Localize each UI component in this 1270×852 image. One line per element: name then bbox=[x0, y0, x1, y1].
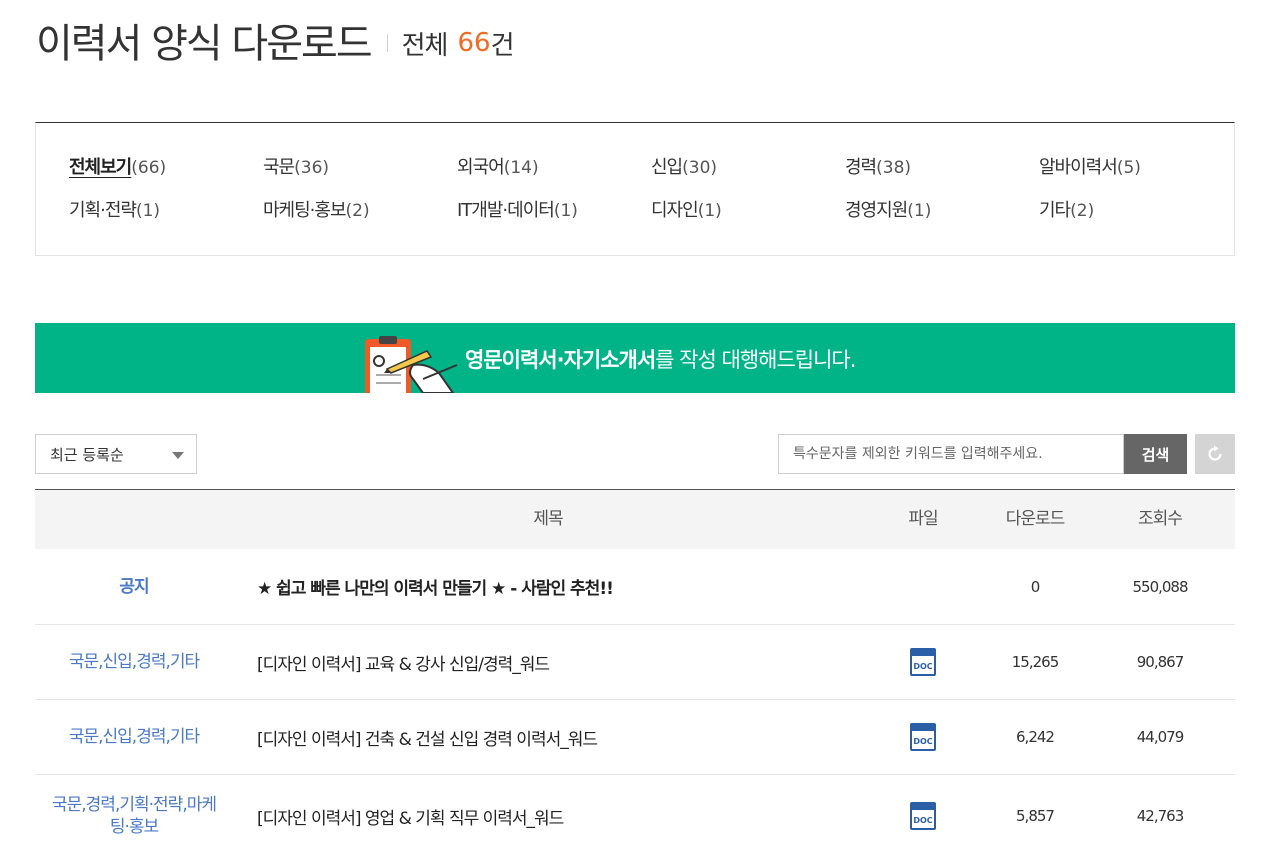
row-title-link[interactable]: ★ 쉽고 빠른 나만의 이력서 만들기 ★ - 사람인 추천!! bbox=[257, 549, 867, 624]
svg-text:DOC: DOC bbox=[913, 816, 932, 825]
category-experienced[interactable]: 경력(38) bbox=[845, 153, 1039, 178]
category-other[interactable]: 기타(2) bbox=[1039, 196, 1233, 221]
category-management-support[interactable]: 경영지원(1) bbox=[845, 196, 1039, 221]
header-downloads: 다운로드 bbox=[1005, 509, 1066, 529]
row-title-link[interactable]: [디자인 이력서] 교육 & 강사 신입/경력_워드 bbox=[257, 625, 867, 699]
doc-file-icon[interactable]: DOC bbox=[910, 723, 936, 751]
header-title: 제목 bbox=[533, 509, 563, 529]
row-category: 국문,경력,기획·전략,마케팅·홍보 bbox=[51, 795, 217, 837]
row-views: 44,079 bbox=[1136, 728, 1185, 746]
row-file: DOC bbox=[883, 625, 963, 699]
row-views: 42,763 bbox=[1136, 807, 1185, 825]
promo-banner[interactable]: 영문이력서·자기소개서를 작성 대행해드립니다. bbox=[35, 323, 1235, 393]
row-views: 550,088 bbox=[1132, 577, 1188, 596]
row-title-link[interactable]: [디자인 이력서] 건축 & 건설 신입 경력 이력서_워드 bbox=[257, 700, 867, 774]
category-it-dev-data[interactable]: IT개발·데이터(1) bbox=[457, 196, 651, 221]
row-downloads: 15,265 bbox=[1011, 653, 1060, 671]
table-row: 국문,신입,경력,기타 [디자인 이력서] 건축 & 건설 신입 경력 이력서_… bbox=[35, 700, 1235, 775]
banner-bold-text: 영문이력서·자기소개서 bbox=[465, 348, 656, 372]
page-header: 이력서 양식 다운로드 전체 66 건 bbox=[36, 10, 515, 70]
row-category: 공지 bbox=[119, 576, 149, 597]
total-count: 66 bbox=[457, 28, 491, 58]
banner-rest-text: 를 작성 대행해드립니다. bbox=[655, 348, 856, 372]
doc-file-icon[interactable]: DOC bbox=[910, 648, 936, 676]
doc-file-icon[interactable]: DOC bbox=[910, 802, 936, 830]
category-design[interactable]: 디자인(1) bbox=[651, 196, 845, 221]
banner-text: 영문이력서·자기소개서를 작성 대행해드립니다. bbox=[465, 344, 856, 374]
header-divider bbox=[386, 34, 388, 52]
svg-text:DOC: DOC bbox=[913, 662, 932, 671]
category-planning-strategy[interactable]: 기획·전략(1) bbox=[69, 196, 263, 221]
table-row: 국문,경력,기획·전략,마케팅·홍보 [디자인 이력서] 영업 & 기획 직무 … bbox=[35, 775, 1235, 852]
category-grid: 전체보기(66) 국문(36) 외국어(14) 신입(30) 경력(38) 알바… bbox=[69, 153, 1233, 221]
table-header: 제목 파일 다운로드 조회수 bbox=[35, 490, 1235, 549]
table-row: 공지 ★ 쉽고 빠른 나만의 이력서 만들기 ★ - 사람인 추천!! 0 55… bbox=[35, 549, 1235, 625]
sort-select[interactable]: 최근 등록순 bbox=[35, 434, 197, 474]
row-file: DOC bbox=[883, 700, 963, 774]
total-unit: 건 bbox=[490, 30, 515, 61]
row-category: 국문,신입,경력,기타 bbox=[68, 727, 200, 747]
category-entry-level[interactable]: 신입(30) bbox=[651, 153, 845, 178]
category-all[interactable]: 전체보기(66) bbox=[69, 153, 263, 178]
svg-text:DOC: DOC bbox=[913, 737, 932, 746]
row-category: 국문,신입,경력,기타 bbox=[68, 652, 200, 672]
page-title: 이력서 양식 다운로드 bbox=[36, 21, 373, 67]
row-downloads: 5,857 bbox=[1016, 807, 1055, 825]
row-title-link[interactable]: [디자인 이력서] 영업 & 기획 직무 이력서_워드 bbox=[257, 775, 867, 852]
refresh-icon bbox=[1208, 445, 1222, 461]
header-file: 파일 bbox=[908, 509, 938, 529]
reset-button[interactable] bbox=[1195, 434, 1235, 474]
search-button[interactable]: 검색 bbox=[1124, 434, 1187, 474]
clipboard-pen-illustration-icon bbox=[365, 336, 458, 393]
row-views: 90,867 bbox=[1136, 653, 1185, 671]
resume-table: 제목 파일 다운로드 조회수 공지 ★ 쉽고 빠른 나만의 이력서 만들기 ★ … bbox=[35, 489, 1235, 852]
table-row: 국문,신입,경력,기타 [디자인 이력서] 교육 & 강사 신입/경력_워드 D… bbox=[35, 625, 1235, 700]
category-part-time[interactable]: 알바이력서(5) bbox=[1039, 153, 1233, 178]
sort-select-value: 최근 등록순 bbox=[50, 445, 124, 464]
category-foreign-language[interactable]: 외국어(14) bbox=[457, 153, 651, 178]
total-label: 전체 bbox=[401, 30, 449, 61]
header-views: 조회수 bbox=[1138, 509, 1183, 529]
row-downloads: 0 bbox=[1030, 577, 1041, 596]
row-file: DOC bbox=[883, 775, 963, 852]
category-korean[interactable]: 국문(36) bbox=[263, 153, 457, 178]
category-filter-box: 전체보기(66) 국문(36) 외국어(14) 신입(30) 경력(38) 알바… bbox=[35, 122, 1235, 256]
caret-down-icon bbox=[172, 452, 184, 459]
category-marketing-pr[interactable]: 마케팅·홍보(2) bbox=[263, 196, 457, 221]
row-file bbox=[883, 549, 963, 624]
search-input[interactable] bbox=[778, 434, 1124, 474]
row-downloads: 6,242 bbox=[1016, 728, 1055, 746]
